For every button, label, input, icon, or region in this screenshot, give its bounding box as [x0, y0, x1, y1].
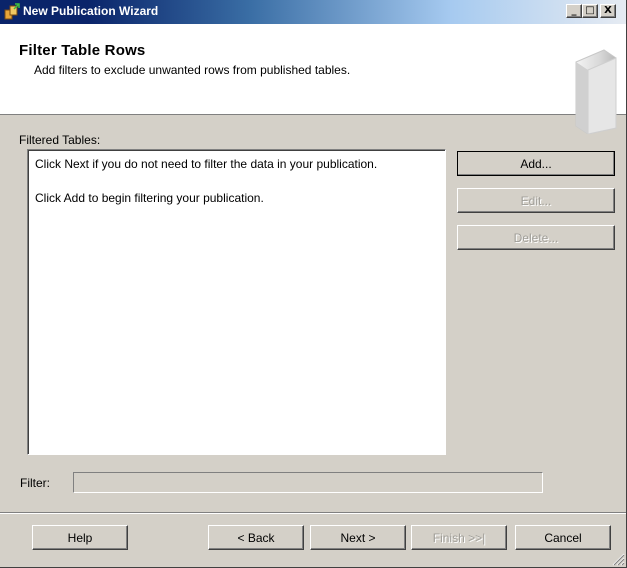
window-title: New Publication Wizard: [23, 4, 159, 18]
list-item: Click Next if you do not need to filter …: [35, 157, 378, 171]
close-button[interactable]: X: [600, 4, 616, 18]
filtered-tables-label: Filtered Tables:: [19, 133, 101, 147]
add-button[interactable]: Add...: [457, 151, 615, 176]
help-button[interactable]: Help: [32, 525, 128, 550]
minimize-button[interactable]: _: [566, 4, 582, 18]
next-button[interactable]: Next >: [310, 525, 406, 550]
page-title: Filter Table Rows: [19, 42, 146, 59]
cancel-button[interactable]: Cancel: [515, 525, 611, 550]
filter-label: Filter:: [20, 476, 50, 490]
title-bar[interactable]: New Publication Wizard _ □ X: [0, 0, 626, 24]
list-item: Click Add to begin filtering your public…: [35, 191, 264, 205]
wizard-app-icon: [4, 3, 20, 20]
wizard-header: Filter Table Rows Add filters to exclude…: [0, 24, 626, 134]
back-button[interactable]: < Back: [208, 525, 304, 550]
edit-button[interactable]: Edit...: [457, 188, 615, 213]
maximize-button[interactable]: □: [582, 4, 598, 18]
finish-button[interactable]: Finish >>|: [411, 525, 507, 550]
resize-grip-icon[interactable]: [612, 553, 625, 566]
wizard-window: New Publication Wizard _ □ X Filter Tabl…: [0, 0, 627, 568]
delete-button[interactable]: Delete...: [457, 225, 615, 250]
footer-divider: [0, 512, 626, 514]
page-subtitle: Add filters to exclude unwanted rows fro…: [34, 63, 351, 77]
publication-book-icon: [575, 49, 617, 134]
filter-field[interactable]: [73, 472, 543, 493]
filtered-tables-list[interactable]: Click Next if you do not need to filter …: [27, 149, 446, 455]
